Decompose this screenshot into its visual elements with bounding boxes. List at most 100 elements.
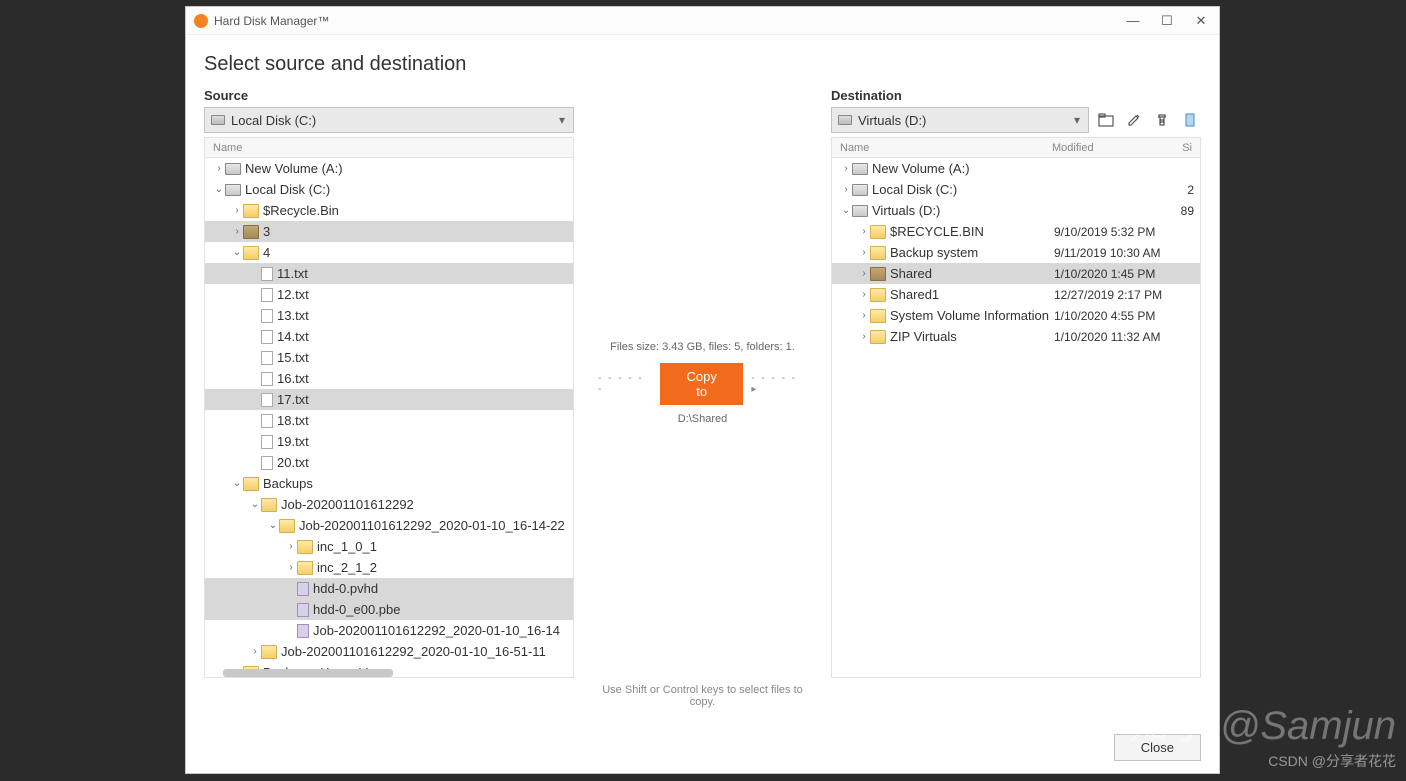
tree-row[interactable]: › Job-202001101612292_2020-01-10_16-51-11 bbox=[205, 641, 573, 662]
col-name[interactable]: Name bbox=[213, 142, 565, 154]
tree-row[interactable]: 17.txt bbox=[205, 389, 573, 410]
tree-row-label: Local Disk (C:) bbox=[872, 182, 1054, 197]
tree-row-label: $RECYCLE.BIN bbox=[890, 224, 1054, 239]
trash-icon bbox=[1155, 113, 1169, 127]
destination-tree-header: Name Modified Si bbox=[831, 137, 1201, 157]
chevron-right-icon[interactable]: › bbox=[231, 205, 243, 216]
tree-row[interactable]: ›Backup system9/11/2019 10:30 AM bbox=[832, 242, 1200, 263]
tree-row[interactable]: ›System Volume Information1/10/2020 4:55… bbox=[832, 305, 1200, 326]
close-window-button[interactable]: ✕ bbox=[1191, 11, 1211, 31]
tree-row[interactable]: ⌄Virtuals (D:)89 bbox=[832, 200, 1200, 221]
chevron-down-icon[interactable]: ⌄ bbox=[249, 499, 261, 510]
disk-icon bbox=[838, 115, 852, 125]
tree-row[interactable]: ›Local Disk (C:)2 bbox=[832, 179, 1200, 200]
tree-row-label: 20.txt bbox=[277, 455, 567, 470]
properties-button[interactable] bbox=[1179, 109, 1201, 131]
chevron-right-icon[interactable]: › bbox=[840, 184, 852, 195]
tree-row[interactable]: ⌄4 bbox=[205, 242, 573, 263]
tree-row[interactable]: ›Shared112/27/2019 2:17 PM bbox=[832, 284, 1200, 305]
destination-path: D:\Shared bbox=[678, 413, 728, 425]
chevron-down-icon[interactable]: ⌄ bbox=[231, 478, 243, 489]
chevron-right-icon[interactable]: › bbox=[231, 226, 243, 237]
folder-icon bbox=[243, 246, 259, 260]
chevron-right-icon[interactable]: › bbox=[858, 268, 870, 279]
chevron-right-icon[interactable]: › bbox=[840, 163, 852, 174]
tree-row[interactable]: 12.txt bbox=[205, 284, 573, 305]
app-icon bbox=[194, 14, 208, 28]
tree-row[interactable]: ›ZIP Virtuals1/10/2020 11:32 AM bbox=[832, 326, 1200, 347]
chevron-down-icon[interactable]: ⌄ bbox=[213, 184, 225, 195]
page-title: Select source and destination bbox=[204, 53, 1201, 76]
delete-button[interactable] bbox=[1151, 109, 1173, 131]
tree-row[interactable]: 13.txt bbox=[205, 305, 573, 326]
tree-row[interactable]: › $Recycle.Bin bbox=[205, 200, 573, 221]
chevron-right-icon[interactable]: › bbox=[858, 247, 870, 258]
folder-icon bbox=[297, 561, 313, 575]
close-button[interactable]: Close bbox=[1114, 734, 1201, 761]
tree-row-label: $Recycle.Bin bbox=[263, 203, 567, 218]
folder-icon bbox=[870, 225, 886, 239]
col-size[interactable]: Si bbox=[1172, 142, 1192, 154]
chevron-right-icon[interactable]: › bbox=[213, 163, 225, 174]
tree-row[interactable]: ›$RECYCLE.BIN9/10/2019 5:32 PM bbox=[832, 221, 1200, 242]
tree-row[interactable]: hdd-0.pvhd bbox=[205, 578, 573, 599]
maximize-button[interactable]: ☐ bbox=[1157, 11, 1177, 31]
source-panel: Source Local Disk (C:) Name ›New Volume … bbox=[204, 88, 574, 678]
chevron-right-icon[interactable]: › bbox=[858, 331, 870, 342]
tree-row-label: New Volume (A:) bbox=[872, 161, 1054, 176]
chevron-right-icon[interactable]: › bbox=[249, 646, 261, 657]
chevron-right-icon[interactable]: › bbox=[285, 541, 297, 552]
new-folder-button[interactable] bbox=[1095, 109, 1117, 131]
tree-row-label: Job-202001101612292_2020-01-10_16-51-11 bbox=[281, 644, 567, 659]
tree-row[interactable]: 15.txt bbox=[205, 347, 573, 368]
drive-icon bbox=[852, 184, 868, 196]
tree-row[interactable]: 20.txt bbox=[205, 452, 573, 473]
file-icon bbox=[261, 393, 273, 407]
chevron-right-icon[interactable]: › bbox=[285, 562, 297, 573]
tree-row[interactable]: ›inc_1_0_1 bbox=[205, 536, 573, 557]
tree-row[interactable]: 16.txt bbox=[205, 368, 573, 389]
destination-tree[interactable]: ›New Volume (A:)›Local Disk (C:)2⌄Virtua… bbox=[831, 157, 1201, 678]
destination-drive-dropdown[interactable]: Virtuals (D:) bbox=[831, 107, 1089, 133]
tree-row[interactable]: ›New Volume (A:) bbox=[205, 158, 573, 179]
disk-icon bbox=[211, 115, 225, 125]
chevron-right-icon[interactable]: › bbox=[858, 289, 870, 300]
tree-row[interactable]: hdd-0_e00.pbe bbox=[205, 599, 573, 620]
destination-label: Destination bbox=[831, 88, 1201, 103]
tree-row[interactable]: ⌄Backups bbox=[205, 473, 573, 494]
source-tree[interactable]: ›New Volume (A:)⌄Local Disk (C:) › $Recycl… bbox=[204, 157, 574, 678]
rename-button[interactable] bbox=[1123, 109, 1145, 131]
tree-row[interactable]: › New Volume (A:) bbox=[832, 158, 1200, 179]
chevron-down-icon[interactable]: ⌄ bbox=[840, 205, 852, 216]
tree-row[interactable]: Job-202001101612292_2020-01-10_16-14 bbox=[205, 620, 573, 641]
source-drive-text: Local Disk (C:) bbox=[231, 113, 316, 128]
tree-row-label: 4 bbox=[263, 245, 567, 260]
copy-to-button[interactable]: Copy to bbox=[660, 363, 743, 405]
tree-row[interactable]: ›Shared1/10/2020 1:45 PM bbox=[832, 263, 1200, 284]
minimize-button[interactable]: — bbox=[1123, 11, 1143, 31]
tree-row[interactable]: ⌄Job-202001101612292_2020-01-10_16-14-22 bbox=[205, 515, 573, 536]
chevron-right-icon[interactable]: › bbox=[858, 310, 870, 321]
tree-row-label: 17.txt bbox=[277, 392, 567, 407]
tree-row-label: 13.txt bbox=[277, 308, 567, 323]
drive-icon bbox=[225, 163, 241, 175]
chevron-down-icon[interactable]: ⌄ bbox=[267, 520, 279, 531]
folder-icon bbox=[870, 330, 886, 344]
tree-row[interactable]: ›3 bbox=[205, 221, 573, 242]
chevron-right-icon[interactable]: › bbox=[858, 226, 870, 237]
source-scrollbar[interactable] bbox=[223, 669, 393, 677]
col-modified[interactable]: Modified bbox=[1052, 142, 1172, 154]
tree-row[interactable]: › inc_2_1_2 bbox=[205, 557, 573, 578]
tree-row[interactable]: 19.txt bbox=[205, 431, 573, 452]
tree-row[interactable]: 11.txt bbox=[205, 263, 573, 284]
source-drive-dropdown[interactable]: Local Disk (C:) bbox=[204, 107, 574, 133]
tree-row[interactable]: 18.txt bbox=[205, 410, 573, 431]
col-name[interactable]: Name bbox=[840, 142, 1052, 154]
chevron-down-icon[interactable]: ⌄ bbox=[231, 247, 243, 258]
tree-row-label: inc_2_1_2 bbox=[317, 560, 567, 575]
tree-row[interactable]: ⌄Local Disk (C:) bbox=[205, 179, 573, 200]
destination-panel: Destination Virtuals (D:) bbox=[831, 88, 1201, 678]
file-icon bbox=[261, 372, 273, 386]
tree-row[interactable]: 14.txt bbox=[205, 326, 573, 347]
tree-row[interactable]: ⌄Job-202001101612292 bbox=[205, 494, 573, 515]
